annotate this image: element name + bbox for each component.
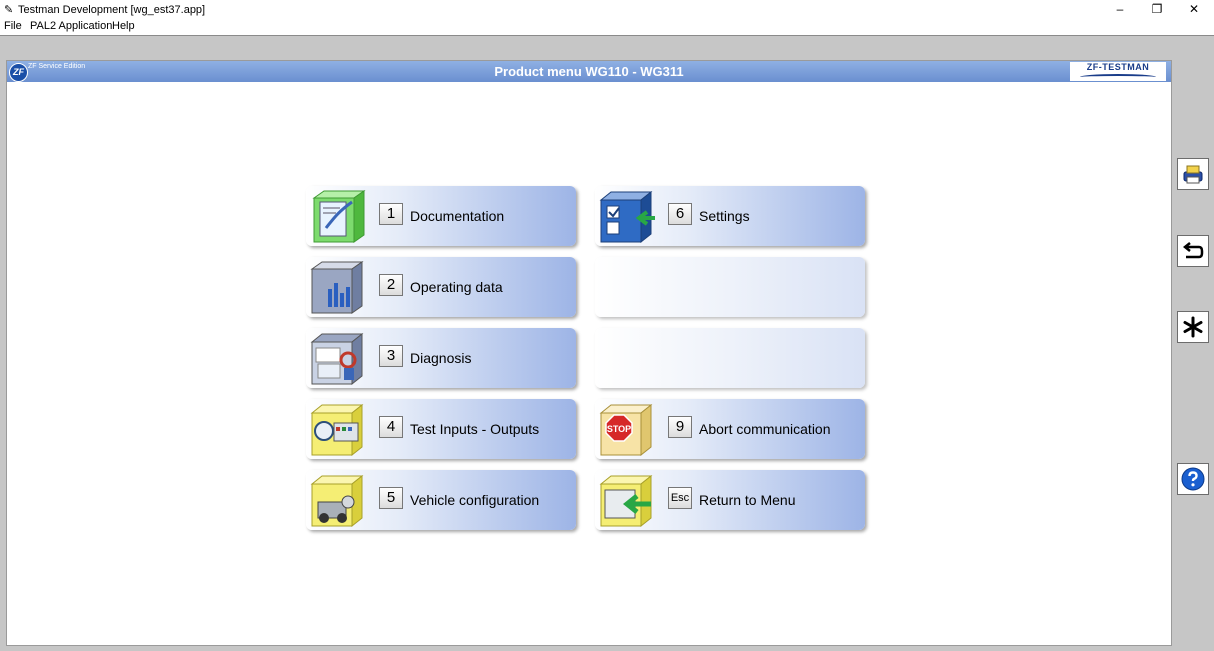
page-title: Product menu WG110 - WG311 <box>494 64 684 79</box>
tile-label-operating-data: Operating data <box>410 279 503 295</box>
shortcut-key-5: 5 <box>379 487 403 509</box>
menu-tile-operating-data[interactable]: 2 Operating data <box>306 257 576 317</box>
brand-logo: ZF-TESTMAN <box>1070 62 1166 81</box>
print-icon <box>1183 165 1203 184</box>
minimize-button[interactable]: – <box>1102 0 1138 19</box>
help-button[interactable] <box>1177 463 1209 495</box>
menu-tile-diagnosis[interactable]: 3 Diagnosis <box>306 328 576 388</box>
shortcut-key-9: 9 <box>668 416 692 438</box>
back-button[interactable] <box>1177 235 1209 267</box>
tile-label-test-inputs-outputs: Test Inputs - Outputs <box>410 421 540 437</box>
print-button[interactable] <box>1177 158 1209 190</box>
panel-header: ZF ZF Service Edition Product menu WG110… <box>7 61 1171 82</box>
operating-data-icon <box>308 259 368 315</box>
test-io-icon <box>308 401 368 457</box>
shortcut-key-6: 6 <box>668 203 692 225</box>
tile-label-documentation: Documentation <box>410 208 505 224</box>
menu-help[interactable]: Help <box>112 20 135 32</box>
menu-pal2-application[interactable]: PAL2 Application <box>30 20 112 32</box>
empty-tile-slot-7 <box>595 257 865 317</box>
tile-label-settings: Settings <box>699 208 750 224</box>
settings-icon <box>597 188 657 244</box>
diagnosis-icon <box>308 330 368 386</box>
window-title: Testman Development [wg_est37.app] <box>18 4 206 16</box>
shortcut-key-4: 4 <box>379 416 403 438</box>
documentation-icon <box>308 188 368 244</box>
shortcut-key-esc: Esc <box>668 487 692 509</box>
return-icon <box>597 472 657 528</box>
product-menu-panel: ZF ZF Service Edition Product menu WG110… <box>6 60 1172 646</box>
empty-tile-slot-8 <box>595 328 865 388</box>
menu-bar: File PAL2 Application Help <box>0 19 1214 35</box>
menu-tile-vehicle-configuration[interactable]: 5 Vehicle configuration <box>306 470 576 530</box>
menu-tile-test-inputs-outputs[interactable]: 4 Test Inputs - Outputs <box>306 399 576 459</box>
back-icon <box>1182 242 1204 259</box>
restore-button[interactable]: ❐ <box>1139 0 1175 19</box>
title-bar: ✎ Testman Development [wg_est37.app] – ❐… <box>0 0 1214 19</box>
stop-icon: STOP <box>597 401 657 457</box>
menu-file[interactable]: File <box>4 20 22 32</box>
close-button[interactable]: ✕ <box>1176 0 1212 19</box>
shortcut-key-3: 3 <box>379 345 403 367</box>
shortcut-key-2: 2 <box>379 274 403 296</box>
shortcut-key-1: 1 <box>379 203 403 225</box>
asterisk-icon <box>1183 316 1203 338</box>
menu-tile-abort-communication[interactable]: STOP 9 Abort communication <box>595 399 865 459</box>
menu-tile-settings[interactable]: 6 Settings <box>595 186 865 246</box>
tile-label-diagnosis: Diagnosis <box>410 350 472 366</box>
menu-tile-return-to-menu[interactable]: Esc Return to Menu <box>595 470 865 530</box>
svg-text:STOP: STOP <box>607 424 631 434</box>
asterisk-button[interactable] <box>1177 311 1209 343</box>
app-icon: ✎ <box>4 4 14 16</box>
menu-tile-documentation[interactable]: 1 Documentation <box>306 186 576 246</box>
tile-label-vehicle-configuration: Vehicle configuration <box>410 492 540 508</box>
tile-label-abort-communication: Abort communication <box>699 421 831 437</box>
help-icon <box>1181 467 1205 491</box>
tile-label-return-to-menu: Return to Menu <box>699 492 796 508</box>
vehicle-config-icon <box>308 472 368 528</box>
